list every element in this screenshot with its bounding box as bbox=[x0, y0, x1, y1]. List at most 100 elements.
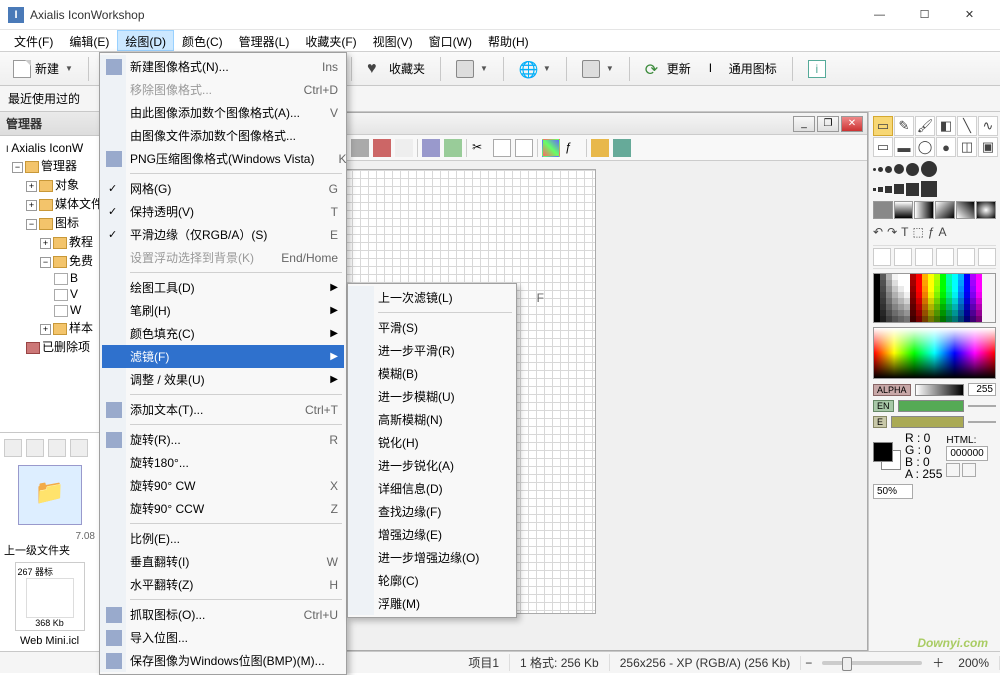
color-palette[interactable] bbox=[873, 273, 996, 323]
menu-item[interactable]: 保存图像为Windows位图(BMP)(M)... bbox=[102, 649, 344, 672]
browser-btn-1[interactable] bbox=[4, 439, 22, 457]
action-4[interactable] bbox=[936, 248, 954, 266]
tree-expand-icon[interactable]: + bbox=[26, 181, 37, 192]
tool-eraser[interactable]: ◧ bbox=[936, 116, 956, 136]
menu-item[interactable]: 颜色填充(C)▶ bbox=[102, 322, 344, 345]
toolbar-display1-button[interactable]: ▼ bbox=[449, 56, 495, 82]
tool-3d2[interactable]: ▣ bbox=[978, 137, 998, 157]
menu-help[interactable]: 帮助(H) bbox=[480, 30, 537, 51]
submenu-item[interactable]: 进一步增强边缘(O) bbox=[350, 546, 550, 569]
menu-item[interactable]: 由此图像添加数个图像格式(A)...V bbox=[102, 101, 344, 124]
browser-btn-4[interactable] bbox=[70, 439, 88, 457]
window-maximize-button[interactable]: ☐ bbox=[902, 0, 947, 30]
menu-item[interactable]: 比例(E)... bbox=[102, 527, 344, 550]
submenu-item[interactable]: 平滑(S) bbox=[350, 316, 550, 339]
shape1-icon[interactable]: ⬚ bbox=[912, 225, 923, 239]
toolbar-generic-icons-button[interactable]: I通用图标 bbox=[702, 56, 784, 81]
doc-tool-copy-icon[interactable] bbox=[493, 139, 511, 157]
color-spectrum[interactable] bbox=[873, 327, 996, 379]
doc-close-button[interactable]: ✕ bbox=[841, 116, 863, 132]
submenu-item[interactable]: 增强边缘(E) bbox=[350, 523, 550, 546]
brush-sizes[interactable] bbox=[873, 161, 996, 177]
menu-item[interactable]: 旋转90° CCWZ bbox=[102, 497, 344, 520]
tool-select[interactable]: ▭ bbox=[873, 116, 893, 136]
menu-item[interactable]: 新建图像格式(N)...Ins bbox=[102, 55, 344, 78]
submenu-item[interactable]: 进一步平滑(R) bbox=[350, 339, 550, 362]
fx-icon[interactable]: ƒ bbox=[928, 225, 935, 239]
action-2[interactable] bbox=[894, 248, 912, 266]
toolbar-info-button[interactable]: i bbox=[801, 56, 833, 82]
tool-filledellipse[interactable]: ● bbox=[936, 137, 956, 157]
submenu-item[interactable]: 模糊(B) bbox=[350, 362, 550, 385]
menu-item[interactable]: 抓取图标(O)...Ctrl+U bbox=[102, 603, 344, 626]
undo-icon[interactable]: ↶ bbox=[873, 225, 883, 239]
brush-squares[interactable] bbox=[873, 181, 996, 197]
tool-rect[interactable]: ▭ bbox=[873, 137, 893, 157]
menu-item[interactable]: 绘图工具(D)▶ bbox=[102, 276, 344, 299]
tool-brush[interactable]: 🖌 bbox=[915, 116, 935, 136]
doc-minimize-button[interactable]: _ bbox=[793, 116, 815, 132]
menu-draw[interactable]: 绘图(D) bbox=[117, 30, 174, 51]
doc-maximize-button[interactable]: ❐ bbox=[817, 116, 839, 132]
zoom-in-icon[interactable]: ＋ bbox=[928, 654, 948, 671]
submenu-item[interactable]: 高斯模糊(N) bbox=[350, 408, 550, 431]
menu-edit[interactable]: 编辑(E) bbox=[61, 30, 117, 51]
menu-item[interactable]: ✓保持透明(V)T bbox=[102, 200, 344, 223]
zoom-input[interactable]: 50% bbox=[873, 484, 913, 499]
tree-collapse-icon[interactable]: − bbox=[40, 257, 51, 268]
menu-favorites[interactable]: 收藏夹(F) bbox=[297, 30, 364, 51]
file-item[interactable]: 267 器标 368 Kb bbox=[15, 562, 85, 631]
tree-collapse-icon[interactable]: − bbox=[26, 219, 37, 230]
doc-tool-paste-icon[interactable] bbox=[515, 139, 533, 157]
submenu-item[interactable]: 详细信息(D) bbox=[350, 477, 550, 500]
menu-item[interactable]: 旋转90° CWX bbox=[102, 474, 344, 497]
html-color-input[interactable]: 000000 bbox=[946, 446, 987, 461]
action-1[interactable] bbox=[873, 248, 891, 266]
fx2-icon[interactable]: A bbox=[939, 225, 947, 239]
tool-line[interactable]: ╲ bbox=[957, 116, 977, 136]
manager-tree[interactable]: I Axialis IconW −管理器 +对象 +媒体文件 −图标 +教程 −… bbox=[0, 136, 99, 432]
tool-ellipse[interactable]: ◯ bbox=[915, 137, 935, 157]
submenu-item[interactable]: 进一步锐化(A) bbox=[350, 454, 550, 477]
menu-manager[interactable]: 管理器(L) bbox=[231, 30, 298, 51]
fg-bg-colors[interactable] bbox=[873, 442, 901, 470]
text-icon[interactable]: T bbox=[901, 225, 908, 239]
menu-item[interactable]: 笔刷(H)▶ bbox=[102, 299, 344, 322]
menu-file[interactable]: 文件(F) bbox=[6, 30, 61, 51]
gradient-swatches[interactable] bbox=[873, 201, 996, 219]
redo-icon[interactable]: ↷ bbox=[887, 225, 897, 239]
tree-expand-icon[interactable]: + bbox=[40, 238, 51, 249]
copy-color-icon[interactable] bbox=[946, 463, 960, 477]
tree-expand-icon[interactable]: + bbox=[40, 324, 51, 335]
submenu-item[interactable]: 上一次滤镜(L)F bbox=[350, 286, 550, 309]
doc-tool-8-icon[interactable] bbox=[444, 139, 462, 157]
doc-tool-5-icon[interactable] bbox=[373, 139, 391, 157]
menu-item[interactable]: 调整 / 效果(U)▶ bbox=[102, 368, 344, 391]
menu-item[interactable]: ✓平滑边缘（仅RGB/A）(S)E bbox=[102, 223, 344, 246]
menu-item[interactable]: 旋转180°... bbox=[102, 451, 344, 474]
browser-btn-2[interactable] bbox=[26, 439, 44, 457]
menu-window[interactable]: 窗口(W) bbox=[421, 30, 480, 51]
menu-item[interactable]: ✓网格(G)G bbox=[102, 177, 344, 200]
submenu-item[interactable]: 浮雕(M) bbox=[350, 592, 550, 615]
doc-tool-color-icon[interactable] bbox=[542, 139, 560, 157]
doc-tool-6-icon[interactable] bbox=[395, 139, 413, 157]
toolbar-new-button[interactable]: 新建▼ bbox=[6, 56, 80, 82]
doc-tool-cut-icon[interactable]: ✂ bbox=[471, 139, 489, 157]
window-close-button[interactable]: ✕ bbox=[947, 0, 992, 30]
doc-tool-7-icon[interactable] bbox=[422, 139, 440, 157]
fg-color[interactable] bbox=[873, 442, 893, 462]
action-5[interactable] bbox=[957, 248, 975, 266]
doc-tool-fx-icon[interactable]: ƒ bbox=[564, 139, 582, 157]
menu-item[interactable]: 添加文本(T)...Ctrl+T bbox=[102, 398, 344, 421]
tool-filledrect[interactable]: ▬ bbox=[894, 137, 914, 157]
tree-collapse-icon[interactable]: − bbox=[12, 162, 23, 173]
toolbar-display2-button[interactable]: ▼ bbox=[575, 56, 621, 82]
tool-3d[interactable]: ◫ bbox=[957, 137, 977, 157]
menu-view[interactable]: 视图(V) bbox=[365, 30, 421, 51]
tool-curve[interactable]: ∿ bbox=[978, 116, 998, 136]
action-6[interactable] bbox=[978, 248, 996, 266]
action-3[interactable] bbox=[915, 248, 933, 266]
submenu-item[interactable]: 进一步模糊(U) bbox=[350, 385, 550, 408]
up-folder-button[interactable]: 📁 bbox=[18, 465, 82, 525]
